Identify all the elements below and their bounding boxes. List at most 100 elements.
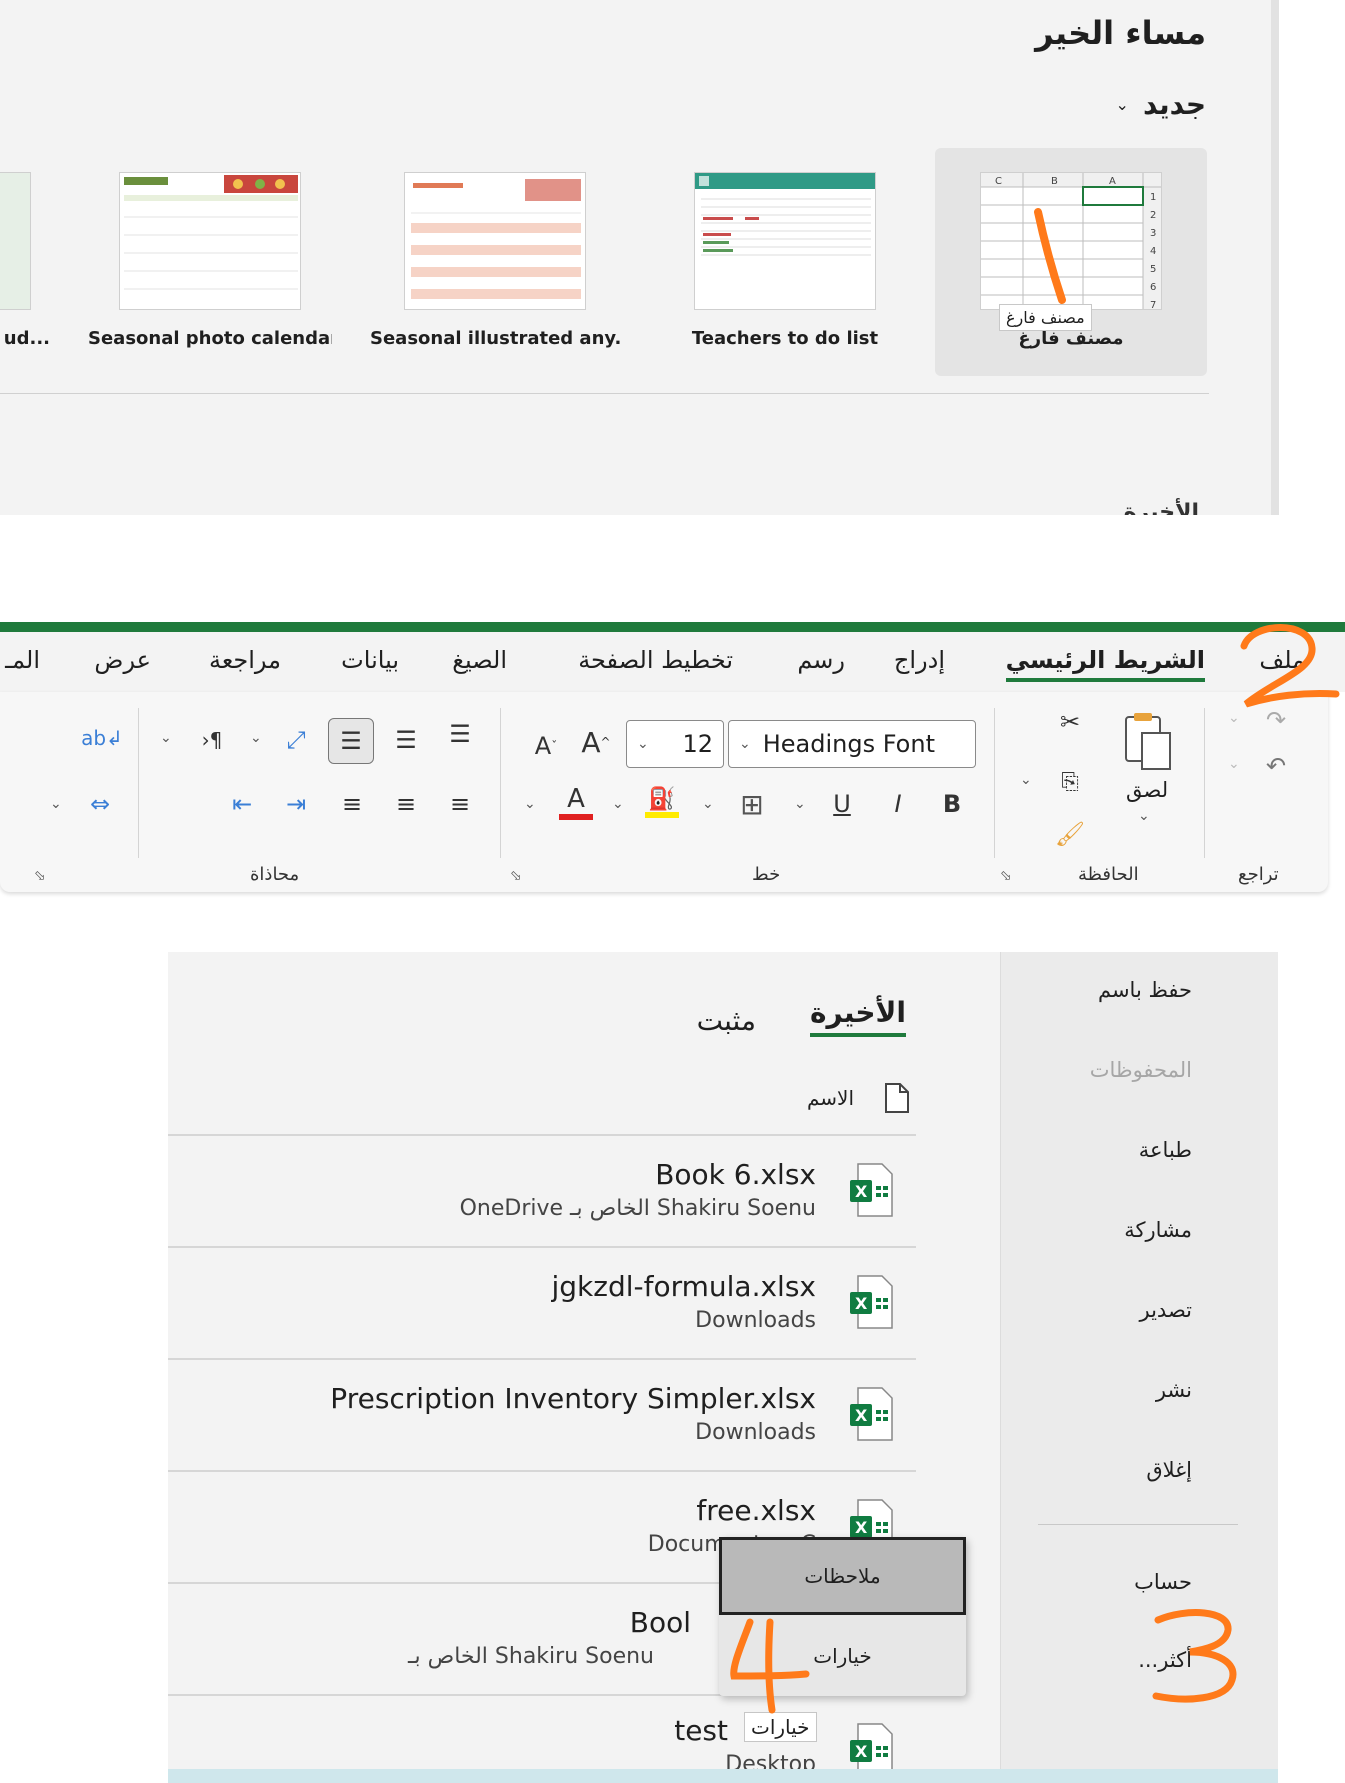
paste-icon[interactable] [1116,706,1180,776]
tab-pinned[interactable]: مثبت [697,1004,756,1037]
file-name: Prescription Inventory Simpler.xlsx [330,1382,816,1415]
chevron-down-icon[interactable]: ⌄ [1138,808,1150,824]
group-separator [1204,708,1205,858]
dialog-launcher-icon[interactable]: ⬂ [510,868,522,884]
ribbon-tabs: ملف الشريط الرئيسي إدراج رسم تخطيط الصفح… [0,632,1345,692]
annotation-number-3 [1152,1609,1237,1703]
chevron-down-icon[interactable]: ⌄ [160,730,172,746]
font-name-value: Headings Font [762,730,935,758]
nav-share[interactable]: مشاركة [1124,1218,1192,1242]
wrap-text-icon[interactable]: ab↲ [81,716,123,760]
file-name: Bool [629,1606,691,1639]
file-row[interactable]: X Book 6.xlsx OneDrive الخاص بـ Shakiru … [168,1134,916,1244]
template-partial[interactable]: ud... [0,148,50,376]
status-strip [168,1769,1278,1783]
vertical-scrollbar[interactable] [1271,0,1279,515]
chevron-down-icon: ⌄ [637,736,649,752]
chevron-down-icon[interactable]: ⌄ [250,730,262,746]
nav-print[interactable]: طباعة [1139,1138,1192,1162]
nav-history: المحفوظات [1089,1058,1192,1082]
fill-color-icon[interactable]: ⛽ [642,780,682,824]
chevron-down-icon[interactable]: ⌄ [612,796,624,812]
tab-formulas[interactable]: الصيغ [452,646,507,674]
chevron-down-icon[interactable]: ⌄ [1020,772,1032,788]
calendar-thumbnail-image [405,173,585,309]
bold-icon[interactable]: B [934,784,970,824]
svg-text:1: 1 [1150,192,1156,203]
svg-text:X: X [855,1182,868,1201]
template-name: Seasonal photo calendar [88,328,332,349]
name-column-header[interactable]: الاسم [807,1082,910,1114]
underline-icon[interactable]: U [824,784,860,824]
template-seasonal-photo-calendar[interactable]: Seasonal photo calendar [88,148,332,376]
nav-publish[interactable]: نشر [1156,1378,1192,1402]
excel-file-icon: X [850,1275,893,1329]
paste-label[interactable]: لصق [1126,778,1168,802]
file-row[interactable]: X Prescription Inventory Simpler.xlsx Do… [168,1358,916,1468]
svg-text:2: 2 [1150,210,1156,221]
ribbon-body: ↷ ⌄ ↶ ⌄ تراجع لصق ⌄ ✂ ⎘ ⌄ 🖌 الحافظة ⬂ ⌄ … [0,692,1328,892]
increase-indent-icon[interactable]: ⇤ [222,784,262,824]
font-size-combobox[interactable]: ⌄ 12 [626,720,724,768]
chevron-down-icon[interactable]: ⌄ [1228,756,1240,772]
file-row[interactable]: X jgkzdl-formula.xlsx Downloads [168,1246,916,1356]
tab-review[interactable]: مراجعة [209,646,281,674]
orientation-icon[interactable]: ⤢ [276,720,316,760]
nav-export[interactable]: تصدير [1139,1298,1192,1322]
align-middle-icon[interactable]: ☰ [386,720,426,760]
svg-text:4: 4 [1150,246,1156,257]
context-menu-item-notes[interactable]: ملاحظات [719,1537,966,1615]
group-separator [994,708,995,858]
chevron-down-icon[interactable]: ⌄ [50,796,62,812]
merge-center-icon[interactable]: ⇔ [80,784,120,824]
nav-account[interactable]: حساب [1134,1570,1192,1594]
italic-icon[interactable]: I [880,784,916,824]
chevron-down-icon[interactable]: ⌄ [702,796,714,812]
nav-save-as[interactable]: حفظ باسم [1098,978,1192,1002]
document-icon [885,1083,909,1113]
text-direction-icon[interactable]: ›¶ [192,720,232,760]
borders-icon[interactable]: ⊞ [732,784,772,824]
cut-icon[interactable]: ✂ [1052,704,1088,740]
name-column-label: الاسم [806,1086,854,1110]
align-right-icon[interactable]: ≡ [440,784,480,824]
chevron-down-icon[interactable]: ⌄ [524,796,536,812]
template-teachers-to-do-list[interactable]: Teachers to do list [665,148,905,376]
tab-page-layout[interactable]: تخطيط الصفحة [578,646,733,674]
align-bottom-icon[interactable]: ☰ [328,718,374,764]
nav-close[interactable]: إغلاق [1146,1458,1192,1482]
align-top-icon[interactable]: ☰ [440,714,480,754]
new-label: جديد [1142,88,1206,121]
decrease-font-size-icon[interactable]: Aˇ [526,726,566,766]
tab-more[interactable]: المـ [5,646,40,674]
font-color-icon[interactable]: A [556,780,596,824]
annotation-number-1 [1034,208,1066,304]
copy-icon[interactable]: ⎘ [1052,764,1088,800]
tab-draw[interactable]: رسم [797,646,845,674]
template-seasonal-illustrated[interactable]: Seasonal illustrated any... [370,148,620,376]
align-left-icon[interactable]: ≡ [332,784,372,824]
format-painter-icon[interactable]: 🖌 [1052,816,1088,852]
file-tabs: الأخيرة مثبت [697,996,906,1037]
section-divider [0,393,1209,394]
seasonal-illustrated-thumbnail [404,172,586,310]
file-location: الخاص بـ Shakiru Soenu [408,1644,654,1669]
tab-view[interactable]: عرض [94,646,151,674]
file-name: free.xlsx [696,1494,816,1527]
tab-home[interactable]: الشريط الرئيسي [1005,646,1205,682]
decrease-indent-icon[interactable]: ⇥ [276,784,316,824]
new-section-header[interactable]: جديد ⌄ [1116,88,1206,121]
tab-data[interactable]: بيانات [341,646,399,674]
photo-calendar-image [120,173,300,309]
tab-insert[interactable]: إدراج [894,646,945,674]
svg-text:A: A [1109,176,1116,187]
dialog-launcher-icon[interactable]: ⬂ [1000,868,1012,884]
increase-font-size-icon[interactable]: A ^ [576,722,616,762]
dialog-launcher-icon[interactable]: ⬂ [34,868,46,884]
align-center-icon[interactable]: ≡ [386,784,426,824]
chevron-down-icon[interactable]: ⌄ [794,796,806,812]
alignment-group-label: محاذاة [250,864,300,885]
undo-icon[interactable]: ↶ [1258,748,1294,784]
tab-recent[interactable]: الأخيرة [809,996,906,1037]
font-name-combobox[interactable]: ⌄ Headings Font [728,720,976,768]
